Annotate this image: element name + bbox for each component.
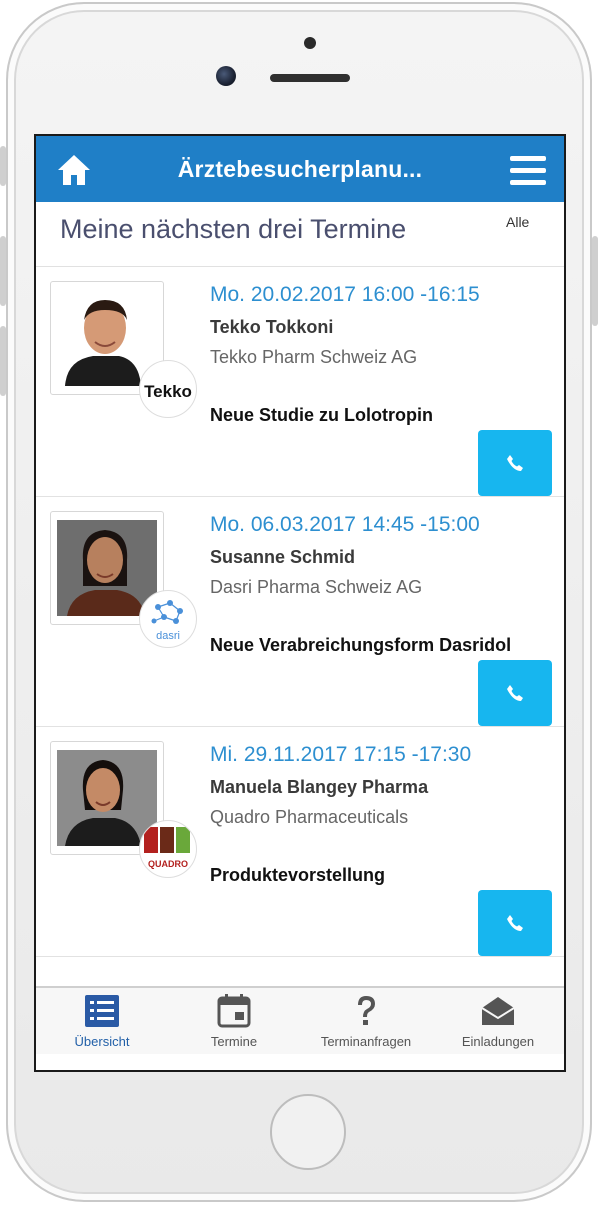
company-logo-tekko: Tekko <box>139 360 197 418</box>
contact-name: Tekko Tokkoni <box>210 317 334 337</box>
app-title: Ärztebesucherplanu... <box>177 156 423 182</box>
contact-name: Manuela Blangey Pharma <box>210 777 429 797</box>
contact-photo <box>57 520 157 616</box>
phone-icon <box>507 455 523 471</box>
tab-label: Einladungen <box>461 1034 535 1049</box>
contact-avatar: Tekko <box>50 281 197 418</box>
company-logo-text: Tekko <box>144 382 192 401</box>
appointment-datetime: Mo. 06.03.2017 14:45 -15:00 <box>210 513 480 536</box>
company-logo-text: dasri <box>156 630 180 642</box>
company-logo-dasri: dasri <box>139 590 197 648</box>
bottom-tab-bar: Übersicht Termine Terminanfragen Einladu… <box>36 986 564 1054</box>
contact-photo <box>57 290 157 386</box>
appointment-datetime: Mi. 29.11.2017 17:15 -17:30 <box>210 743 472 766</box>
power-button <box>592 236 598 326</box>
appointment-datetime: Mo. 20.02.2017 16:00 -16:15 <box>210 283 480 306</box>
app-screen: Ärztebesucherplanu... Meine nächsten dre… <box>34 134 566 1072</box>
section-title: Meine nächsten drei Termine <box>60 214 407 244</box>
envelope-icon <box>481 997 515 1025</box>
appointment-topic: Neue Verabreichungsform Dasridol <box>210 635 512 655</box>
volume-up-button <box>0 236 6 306</box>
appointment-topic: Neue Studie zu Lolotropin <box>210 405 433 425</box>
tab-uebersicht[interactable]: Übersicht <box>36 988 168 1054</box>
mute-switch <box>0 146 6 186</box>
tab-label: Terminanfragen <box>320 1034 412 1049</box>
earpiece-speaker <box>270 74 350 82</box>
contact-photo <box>57 750 157 846</box>
tab-label: Termine <box>210 1034 258 1049</box>
question-icon <box>358 996 375 1025</box>
hardware-home-button[interactable] <box>270 1094 346 1170</box>
section-header: Meine nächsten drei Termine Alle <box>36 202 564 267</box>
phone-icon <box>507 685 523 701</box>
contact-avatar: dasri <box>50 511 197 648</box>
appointment-card[interactable]: QUADRO Mi. 29.11.2017 17:15 -17:30 Manue… <box>36 727 564 957</box>
tab-label: Übersicht <box>74 1034 130 1049</box>
list-icon <box>85 995 119 1027</box>
appointment-card[interactable]: Tekko Mo. 20.02.2017 16:00 -16:15 Tekko … <box>36 267 564 497</box>
company-logo-text: QUADRO <box>148 859 188 869</box>
call-button[interactable] <box>478 890 552 956</box>
company-name: Tekko Pharm Schweiz AG <box>210 347 418 367</box>
appointment-topic: Produktevorstellung <box>210 865 386 885</box>
hamburger-menu-icon[interactable] <box>510 156 546 186</box>
company-logo-quadro: QUADRO <box>139 820 197 878</box>
contact-avatar: QUADRO <box>50 741 197 878</box>
proximity-sensor <box>304 37 316 49</box>
front-camera <box>216 66 236 86</box>
contact-name: Susanne Schmid <box>210 547 356 567</box>
phone-icon <box>507 915 523 931</box>
company-name: Dasri Pharma Schweiz AG <box>210 577 423 597</box>
tab-termine[interactable]: Termine <box>168 988 300 1054</box>
calendar-icon <box>217 994 251 1028</box>
show-all-link[interactable]: Alle <box>506 214 529 230</box>
screen-bottom-strip <box>36 1054 564 1070</box>
call-button[interactable] <box>478 430 552 496</box>
appointment-card[interactable]: dasri Mo. 06.03.2017 14:45 -15:00 Susann… <box>36 497 564 727</box>
volume-down-button <box>0 326 6 396</box>
top-bar: Ärztebesucherplanu... <box>36 136 564 202</box>
call-button[interactable] <box>478 660 552 726</box>
company-name: Quadro Pharmaceuticals <box>210 807 409 827</box>
tab-terminanfragen[interactable]: Terminanfragen <box>300 988 432 1054</box>
tab-einladungen[interactable]: Einladungen <box>432 988 564 1054</box>
